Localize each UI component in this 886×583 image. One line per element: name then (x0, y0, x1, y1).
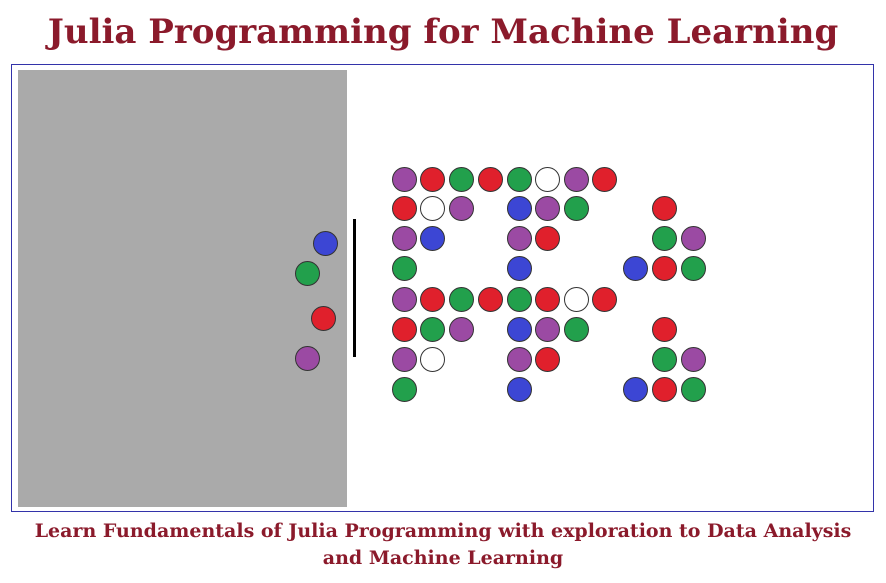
illustration-frame (11, 64, 874, 512)
page-title: Julia Programming for Machine Learning (47, 12, 839, 52)
white-circle (420, 347, 445, 372)
purple-circle (507, 347, 532, 372)
purple-circle (681, 347, 706, 372)
purple-circle (392, 226, 417, 251)
white-circle (420, 196, 445, 221)
red-circle (535, 226, 560, 251)
subtitle-line-1: Learn Fundamentals of Julia Programming … (34, 520, 852, 542)
gray-panel (18, 70, 347, 507)
blue-circle (507, 317, 532, 342)
purple-circle (535, 196, 560, 221)
blue-circle (507, 196, 532, 221)
red-circle (652, 317, 677, 342)
white-circle (535, 167, 560, 192)
red-circle (420, 167, 445, 192)
purple-circle (449, 196, 474, 221)
red-circle (652, 377, 677, 402)
red-circle (535, 347, 560, 372)
red-circle (420, 287, 445, 312)
green-circle (564, 317, 589, 342)
purple-circle (681, 226, 706, 251)
red-circle (652, 196, 677, 221)
green-circle (392, 256, 417, 281)
purple-circle (507, 226, 532, 251)
green-circle (507, 167, 532, 192)
white-circle (564, 287, 589, 312)
red-circle (311, 306, 336, 331)
red-circle (478, 167, 503, 192)
red-circle (652, 256, 677, 281)
purple-circle (392, 167, 417, 192)
red-circle (478, 287, 503, 312)
red-circle (535, 287, 560, 312)
green-circle (681, 377, 706, 402)
divider-line (353, 219, 356, 357)
purple-circle (564, 167, 589, 192)
green-circle (681, 256, 706, 281)
green-circle (652, 226, 677, 251)
blue-circle (507, 377, 532, 402)
green-circle (392, 377, 417, 402)
purple-circle (392, 347, 417, 372)
blue-circle (623, 256, 648, 281)
purple-circle (295, 346, 320, 371)
page-subtitle: Learn Fundamentals of Julia Programming … (0, 518, 886, 572)
green-circle (295, 261, 320, 286)
blue-circle (313, 231, 338, 256)
red-circle (392, 317, 417, 342)
green-circle (564, 196, 589, 221)
green-circle (507, 287, 532, 312)
blue-circle (507, 256, 532, 281)
green-circle (652, 347, 677, 372)
green-circle (449, 287, 474, 312)
blue-circle (420, 226, 445, 251)
purple-circle (535, 317, 560, 342)
purple-circle (392, 287, 417, 312)
green-circle (420, 317, 445, 342)
subtitle-line-2: and Machine Learning (322, 547, 564, 569)
red-circle (592, 287, 617, 312)
blue-circle (623, 377, 648, 402)
green-circle (449, 167, 474, 192)
purple-circle (449, 317, 474, 342)
red-circle (592, 167, 617, 192)
red-circle (392, 196, 417, 221)
